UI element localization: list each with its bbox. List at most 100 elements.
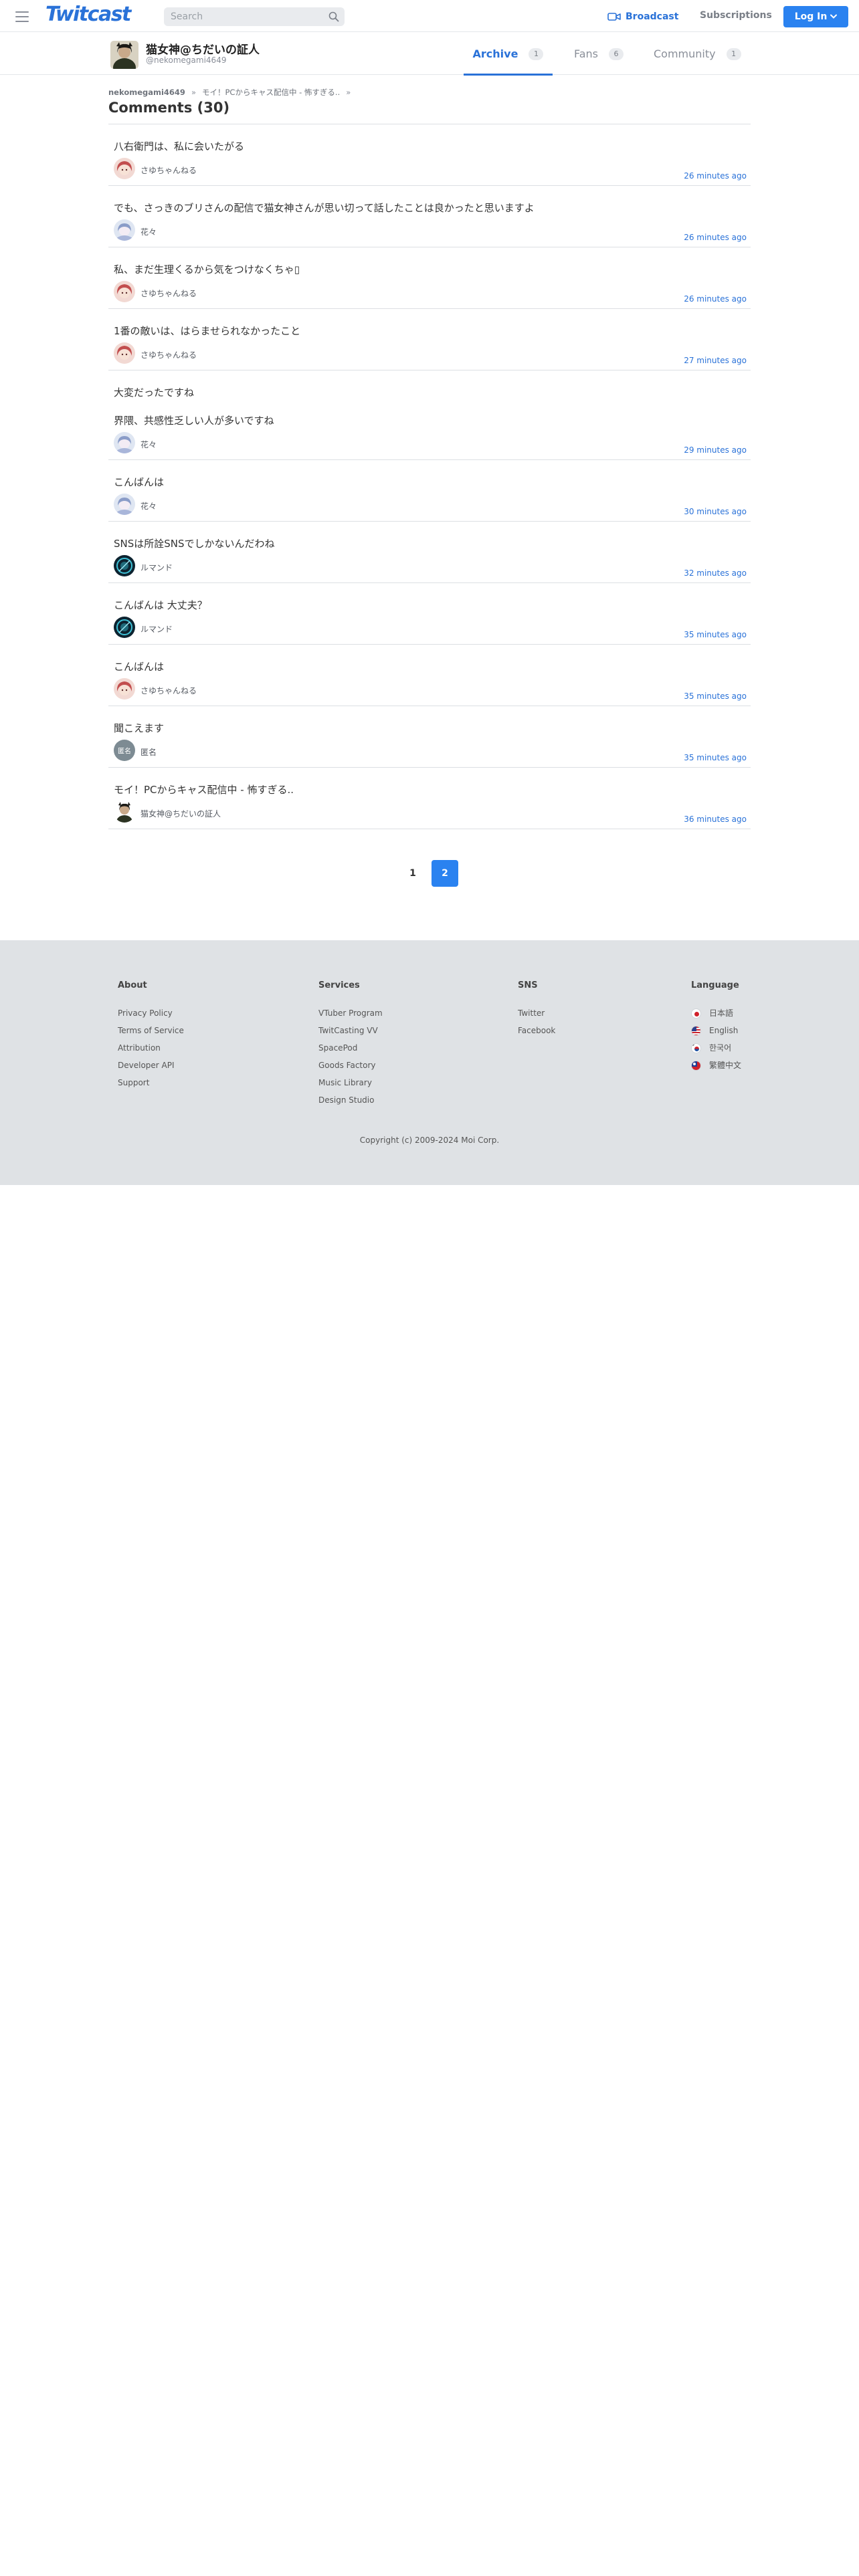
footer-link[interactable]: Design Studio (318, 1095, 383, 1105)
user-avatar[interactable] (114, 801, 135, 823)
comment-text: 八右衛門は、私に会いたがる (114, 140, 245, 152)
user-avatar[interactable] (114, 158, 135, 179)
comment-timestamp[interactable]: 26 minutes ago (684, 294, 747, 304)
comment-username[interactable]: さゆちゃんねる (140, 165, 197, 176)
language-label: 繁體中文 (709, 1061, 742, 1070)
subscriptions-link[interactable]: Subscriptions (700, 10, 772, 21)
login-label: Log In (794, 11, 828, 22)
comment-timestamp[interactable]: 35 minutes ago (684, 753, 747, 762)
comment-username[interactable]: さゆちゃんねる (140, 349, 197, 360)
comment-row: 1番の敵いは、はらませられなかったこと さゆちゃんねる 27 minutes ago (108, 309, 751, 370)
profile-name[interactable]: 猫女神@ちだいの証人 (146, 40, 260, 57)
comment-timestamp[interactable]: 35 minutes ago (684, 630, 747, 639)
footer-services: Services VTuber Program TwitCasting VV S… (318, 980, 383, 1113)
menu-icon[interactable] (13, 9, 31, 23)
comment-row: 聞こえます匿名 匿名 35 minutes ago (108, 706, 751, 768)
anonymous-avatar[interactable]: 匿名 (114, 740, 135, 761)
comment-username[interactable]: さゆちゃんねる (140, 288, 197, 299)
comment-timestamp[interactable]: 32 minutes ago (684, 568, 747, 578)
language-option-ja[interactable]: 日本語 (691, 1008, 741, 1018)
language-option-ko[interactable]: 한국어 (691, 1043, 741, 1053)
language-label: 日本語 (709, 1008, 734, 1018)
comment-username[interactable]: 匿名 (140, 746, 157, 758)
user-avatar[interactable] (114, 342, 135, 364)
user-avatar[interactable] (114, 617, 135, 638)
user-avatar[interactable] (114, 281, 135, 302)
login-button[interactable]: Log In (783, 6, 848, 27)
comment-username[interactable]: 猫女神@ちだいの証人 (140, 808, 221, 819)
language-option-zh-tw[interactable]: 繁體中文 (691, 1060, 742, 1071)
breadcrumb-separator: » (191, 88, 196, 97)
footer-link[interactable]: Goods Factory (318, 1061, 383, 1070)
footer: About Privacy Policy Terms of Service At… (0, 940, 859, 1185)
user-avatar[interactable] (114, 219, 135, 241)
footer-link[interactable]: VTuber Program (318, 1008, 383, 1018)
tab-archive[interactable]: Archive 1 (464, 33, 553, 76)
language-label: 한국어 (709, 1043, 732, 1053)
tab-count: 1 (529, 47, 544, 60)
broadcast-label: Broadcast (626, 11, 679, 22)
footer-link[interactable]: Developer API (118, 1061, 184, 1070)
footer-link[interactable]: Support (118, 1078, 184, 1087)
search-box (164, 7, 345, 26)
comment-timestamp[interactable]: 26 minutes ago (684, 171, 747, 181)
user-avatar[interactable] (114, 494, 135, 515)
top-header: Twitcast Broadcast Subscriptions Log In (0, 0, 859, 32)
comment-username[interactable]: 花々 (140, 439, 157, 450)
footer-language: Language 日本語 English 한국어 繁體中文 (691, 980, 741, 1078)
broadcast-button[interactable]: Broadcast (607, 9, 678, 24)
user-avatar[interactable] (114, 555, 135, 576)
comment-row: こんばんは 大丈夫？ ルマンド 35 minutes ago (108, 583, 751, 645)
tab-community[interactable]: Community 1 (654, 33, 741, 75)
comment-text: 大変だったですね (114, 387, 195, 399)
profile-avatar[interactable] (110, 41, 138, 69)
language-option-en[interactable]: English (691, 1025, 741, 1036)
comment-username[interactable]: 花々 (140, 500, 157, 512)
breadcrumb-separator: » (346, 88, 351, 97)
footer-link[interactable]: TwitCasting VV (318, 1026, 383, 1035)
comment-row: SNSは所詮SNSでしかないんだわね ルマンド 32 minutes ago (108, 522, 751, 583)
pagination-page-2[interactable]: 2 (432, 860, 458, 887)
breadcrumb-user-link[interactable]: nekomegami4649 (108, 88, 185, 97)
comment-timestamp[interactable]: 30 minutes ago (684, 507, 747, 516)
comment-timestamp[interactable]: 27 minutes ago (684, 356, 747, 365)
comment-username[interactable]: ルマンド (140, 623, 173, 635)
tab-label: Community (654, 47, 716, 60)
footer-link[interactable]: Twitter (518, 1008, 555, 1018)
korea-flag-icon (691, 1043, 701, 1053)
search-input[interactable] (164, 7, 324, 26)
footer-sns: SNS Twitter Facebook (518, 980, 555, 1043)
footer-heading: Services (318, 980, 360, 990)
footer-link[interactable]: Terms of Service (118, 1026, 184, 1035)
footer-link[interactable]: Privacy Policy (118, 1008, 184, 1018)
comment-username[interactable]: 花々 (140, 226, 157, 237)
comment-text: モイ！PCからキャス配信中 - 怖すぎる.. (114, 784, 294, 796)
comment-row: 八右衛門は、私に会いたがるさゆちゃんねる 26 minutes ago (108, 124, 751, 186)
footer-link[interactable]: Music Library (318, 1078, 383, 1087)
footer-link[interactable]: Facebook (518, 1026, 555, 1035)
pagination-page-1[interactable]: 1 (399, 860, 426, 887)
tab-fans[interactable]: Fans 6 (574, 33, 624, 75)
breadcrumb-movie-link[interactable]: モイ！PCからキャス配信中 - 怖すぎる.. (202, 87, 340, 98)
comment-timestamp[interactable]: 36 minutes ago (684, 815, 747, 824)
user-avatar[interactable] (114, 432, 135, 453)
page-title: Comments (30) (108, 100, 230, 116)
tab-count: 6 (609, 47, 624, 60)
user-avatar[interactable] (114, 678, 135, 700)
comment-username[interactable]: ルマンド (140, 562, 173, 573)
footer-link[interactable]: Attribution (118, 1043, 184, 1053)
tab-label: Archive (472, 47, 518, 60)
footer-link[interactable]: SpacePod (318, 1043, 383, 1053)
language-label: English (709, 1026, 739, 1035)
search-icon[interactable] (328, 11, 339, 22)
comment-timestamp[interactable]: 29 minutes ago (684, 445, 747, 455)
comment-text: 聞こえます (114, 722, 165, 734)
breadcrumb: nekomegami4649 » モイ！PCからキャス配信中 - 怖すぎる.. … (108, 87, 357, 98)
comment-timestamp[interactable]: 35 minutes ago (684, 691, 747, 701)
twitcast-logo[interactable]: Twitcast (45, 3, 131, 26)
comment-text: 私、まだ生理くるから気をつけなくちゃ▯ (114, 263, 300, 276)
japan-flag-icon (691, 1008, 701, 1018)
comment-timestamp[interactable]: 26 minutes ago (684, 233, 747, 242)
comment-username[interactable]: さゆちゃんねる (140, 685, 197, 696)
chevron-down-icon (830, 14, 838, 19)
